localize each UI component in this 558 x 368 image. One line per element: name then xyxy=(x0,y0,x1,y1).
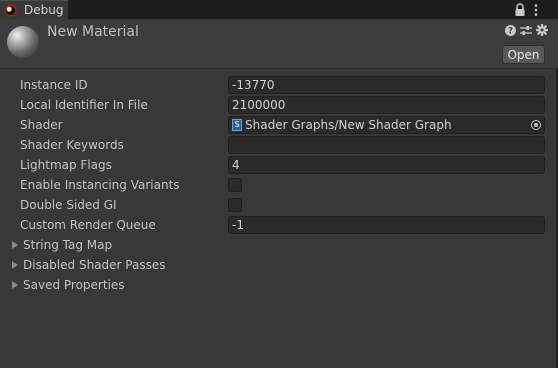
foldout-arrow-icon xyxy=(12,261,18,269)
instance-id-label: Instance ID xyxy=(20,78,88,92)
shader-keywords-label: Shader Keywords xyxy=(20,138,124,152)
open-button[interactable]: Open xyxy=(502,45,545,64)
render-queue-field[interactable]: -1 xyxy=(228,216,545,234)
help-icon[interactable]: ? xyxy=(505,25,516,36)
foldout-label: Disabled Shader Passes xyxy=(23,258,166,272)
instance-id-field[interactable]: -13770 xyxy=(228,76,545,94)
instance-id-value: -13770 xyxy=(232,78,275,92)
material-title: New Material xyxy=(47,24,139,40)
local-identifier-field[interactable]: 2100000 xyxy=(228,96,545,114)
local-identifier-value: 2100000 xyxy=(232,98,286,112)
foldout-label: Saved Properties xyxy=(23,278,125,292)
enable-instancing-label: Enable Instancing Variants xyxy=(20,178,180,192)
instance-id-row: Instance ID -13770 xyxy=(0,75,558,95)
tab-debug[interactable]: Debug xyxy=(0,0,68,19)
gear-icon[interactable] xyxy=(536,24,548,36)
foldout-disabled-shader-passes[interactable]: Disabled Shader Passes xyxy=(0,255,558,275)
foldout-saved-properties[interactable]: Saved Properties xyxy=(0,275,558,295)
object-picker-icon[interactable] xyxy=(531,120,541,130)
foldout-label: String Tag Map xyxy=(23,238,113,252)
shader-graph-icon: S xyxy=(232,119,242,131)
shader-keywords-row: Shader Keywords xyxy=(0,135,558,155)
shader-label: Shader xyxy=(20,118,63,132)
preset-sliders-icon[interactable] xyxy=(520,25,532,36)
unity-logo-icon xyxy=(4,4,17,17)
enable-instancing-row: Enable Instancing Variants xyxy=(0,175,558,195)
double-sided-gi-label: Double Sided GI xyxy=(20,198,117,212)
lightmap-flags-value: 4 xyxy=(232,158,240,172)
lightmap-flags-label: Lightmap Flags xyxy=(20,158,112,172)
lock-icon[interactable] xyxy=(514,3,526,17)
enable-instancing-checkbox[interactable] xyxy=(228,178,242,192)
foldout-arrow-icon xyxy=(12,241,18,249)
shader-object-field[interactable]: S Shader Graphs/New Shader Graph xyxy=(228,116,545,134)
tab-label: Debug xyxy=(24,3,64,17)
shader-value: Shader Graphs/New Shader Graph xyxy=(245,118,452,132)
tab-bar: Debug xyxy=(0,0,558,19)
double-sided-gi-checkbox[interactable] xyxy=(228,198,242,212)
render-queue-label: Custom Render Queue xyxy=(20,218,156,232)
double-sided-gi-row: Double Sided GI xyxy=(0,195,558,215)
render-queue-row: Custom Render Queue -1 xyxy=(0,215,558,235)
material-preview-sphere xyxy=(7,26,39,58)
kebab-menu-icon[interactable] xyxy=(533,3,539,17)
foldout-arrow-icon xyxy=(12,281,18,289)
lightmap-flags-field[interactable]: 4 xyxy=(228,156,545,174)
local-identifier-label: Local Identifier In File xyxy=(20,98,148,112)
foldout-string-tag-map[interactable]: String Tag Map xyxy=(0,235,558,255)
local-identifier-row: Local Identifier In File 2100000 xyxy=(0,95,558,115)
lightmap-flags-row: Lightmap Flags 4 xyxy=(0,155,558,175)
svg-text:?: ? xyxy=(508,27,513,36)
header-divider xyxy=(0,68,558,69)
shader-row: Shader S Shader Graphs/New Shader Graph xyxy=(0,115,558,135)
shader-keywords-field[interactable] xyxy=(228,136,545,154)
render-queue-value: -1 xyxy=(232,218,244,232)
